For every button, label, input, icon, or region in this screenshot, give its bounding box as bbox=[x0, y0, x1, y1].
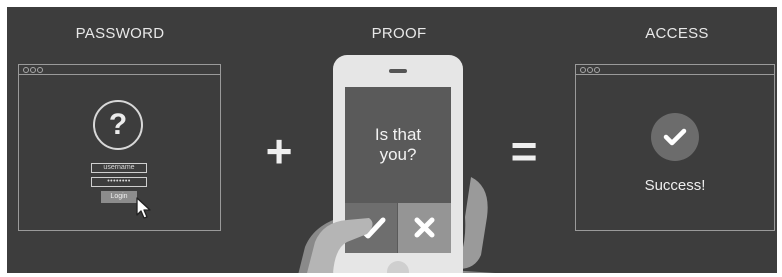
question-mark-icon: ? bbox=[93, 100, 143, 150]
check-icon bbox=[663, 128, 687, 146]
deny-button[interactable] bbox=[398, 203, 451, 253]
verification-prompt: Is that you? bbox=[345, 125, 451, 165]
window-dot-icon bbox=[30, 66, 36, 73]
phone-speaker bbox=[389, 69, 407, 73]
window-titlebar bbox=[19, 65, 220, 75]
window-dot-icon bbox=[587, 66, 593, 73]
access-window: Success! bbox=[575, 64, 775, 231]
infographic: PASSWORD PROOF ACCESS ? username •••••••… bbox=[0, 0, 782, 277]
login-button[interactable]: Login bbox=[101, 191, 137, 203]
plus-sign: + bbox=[265, 125, 293, 177]
window-dot-icon bbox=[37, 66, 43, 73]
prompt-line-2: you? bbox=[379, 145, 417, 164]
window-dot-icon bbox=[23, 66, 29, 73]
window-dot-icon bbox=[580, 66, 586, 73]
username-field[interactable]: username bbox=[91, 163, 147, 173]
window-dot-icon bbox=[594, 66, 600, 73]
phone-home-button bbox=[387, 261, 409, 273]
equals-sign: = bbox=[510, 125, 538, 177]
access-heading: ACCESS bbox=[645, 25, 709, 42]
window-titlebar bbox=[576, 65, 774, 75]
proof-heading: PROOF bbox=[371, 25, 427, 42]
password-field[interactable]: •••••••• bbox=[91, 177, 147, 187]
thumb-illustration bbox=[307, 218, 373, 273]
prompt-line-1: Is that bbox=[374, 125, 422, 144]
cursor-arrow-icon bbox=[136, 197, 151, 219]
cross-icon bbox=[414, 217, 435, 238]
success-message: Success! bbox=[644, 177, 706, 194]
success-check-icon bbox=[651, 113, 699, 161]
login-window: ? username •••••••• Login bbox=[18, 64, 221, 231]
password-heading: PASSWORD bbox=[75, 25, 165, 42]
two-factor-panel: PASSWORD PROOF ACCESS ? username •••••••… bbox=[7, 7, 777, 273]
